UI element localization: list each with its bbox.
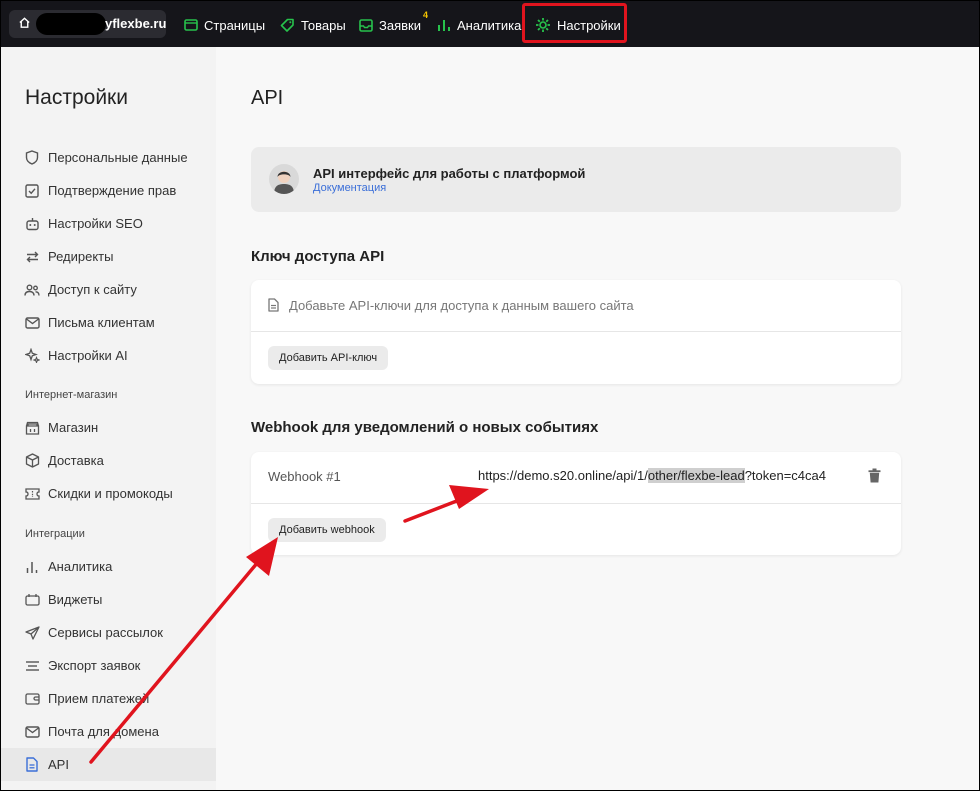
sidebar-item-payments[interactable]: Прием платежей — [1, 682, 216, 715]
users-icon — [24, 282, 40, 298]
trash-icon[interactable] — [868, 468, 881, 488]
sidebar-item-label: Персональные данные — [48, 150, 188, 165]
webhook-label: Webhook #1 — [268, 469, 341, 484]
main-content: API API интерфейс для работы с платформо… — [216, 47, 979, 790]
sidebar-item-mailing-services[interactable]: Сервисы рассылок — [1, 616, 216, 649]
webhook-url-suffix: ?token=c4ca4 — [744, 468, 827, 483]
site-domain: yflexbe.ru — [105, 16, 167, 31]
nav-leads-label: Заявки — [379, 17, 421, 33]
send-icon — [24, 625, 40, 641]
webhook-url-field[interactable]: https://demo.s20.online/api/1/other/flex… — [478, 468, 858, 483]
settings-highlight-box — [522, 3, 627, 43]
sidebar-item-label: Настройки AI — [48, 348, 128, 363]
box-icon — [24, 453, 40, 469]
tag-icon — [280, 18, 294, 32]
sidebar-item-ai-settings[interactable]: Настройки AI — [1, 339, 216, 372]
sparkle-icon — [24, 348, 40, 364]
shield-icon — [24, 150, 40, 166]
page-title: API — [251, 87, 284, 109]
sidebar-item-api[interactable]: API — [1, 748, 216, 781]
sidebar-item-domain-mail[interactable]: Почта для домена — [1, 715, 216, 748]
webhook-card: Webhook #1 https://demo.s20.online/api/1… — [251, 452, 901, 555]
analytics-icon — [438, 20, 450, 31]
sidebar-item-label: API — [48, 757, 69, 772]
arrows-icon — [24, 249, 40, 265]
sidebar-item-discounts[interactable]: Скидки и промокоды — [1, 477, 216, 510]
add-webhook-button[interactable]: Добавить webhook — [268, 518, 386, 542]
sidebar-item-widgets[interactable]: Виджеты — [1, 583, 216, 616]
sidebar-item-shop[interactable]: Магазин — [1, 411, 216, 444]
sidebar-group-integrations: Интеграции — [25, 528, 85, 540]
sidebar-item-label: Редиректы — [48, 249, 114, 264]
api-info-title: API интерфейс для работы с платформой — [313, 166, 586, 181]
nav-pages-label: Страницы — [204, 17, 266, 33]
sidebar-item-label: Аналитика — [48, 559, 113, 574]
leads-count-badge: 4 — [423, 10, 429, 20]
sidebar-item-label: Сервисы рассылок — [48, 625, 163, 640]
sidebar-item-delivery[interactable]: Доставка — [1, 444, 216, 477]
sidebar-item-leads-export[interactable]: Экспорт заявок — [1, 649, 216, 682]
mail-icon — [24, 315, 40, 331]
shop-icon — [24, 420, 40, 436]
sidebar-item-label: Письма клиентам — [48, 315, 155, 330]
api-info-banner: API интерфейс для работы с платформой До… — [251, 147, 901, 212]
site-switcher[interactable]: yflexbe.ru — [9, 10, 166, 38]
sidebar-item-label: Виджеты — [48, 592, 103, 607]
nav-pages[interactable]: Страницы — [184, 15, 265, 35]
nav-products[interactable]: Товары — [280, 15, 346, 35]
document-icon — [268, 298, 279, 317]
webhook-url-highlight: other/flexbe-lead — [647, 468, 745, 483]
nav-analytics-label: Аналитика — [457, 17, 522, 33]
sidebar-item-rights-confirmation[interactable]: Подтверждение прав — [1, 174, 216, 207]
sidebar-item-site-access[interactable]: Доступ к сайту — [1, 273, 216, 306]
sidebar-title: Настройки — [25, 86, 128, 109]
widget-icon — [24, 592, 40, 608]
inbox-icon — [359, 18, 373, 32]
sidebar-item-label: Прием платежей — [48, 691, 150, 706]
sidebar-item-seo[interactable]: Настройки SEO — [1, 207, 216, 240]
sidebar-item-customer-emails[interactable]: Письма клиентам — [1, 306, 216, 339]
home-icon[interactable] — [18, 16, 31, 32]
nav-analytics[interactable]: Аналитика — [437, 15, 521, 35]
ticket-icon — [24, 486, 40, 502]
webhook-url-prefix: https://demo.s20.online/api/1/ — [478, 468, 648, 483]
add-api-key-button[interactable]: Добавить API-ключ — [268, 346, 389, 370]
api-key-heading: Ключ доступа API — [251, 248, 385, 265]
api-key-empty-text: Добавьте API-ключи для доступа к данным … — [289, 298, 634, 313]
webhook-heading: Webhook для уведомлений о новых событиях — [251, 419, 599, 436]
documentation-link[interactable]: Документация — [313, 182, 386, 194]
robot-icon — [24, 216, 40, 232]
app-window: yflexbe.ru Страницы Товары Заявки 4 Анал… — [0, 0, 980, 791]
redacted-domain-mask — [36, 13, 106, 35]
mail-icon — [24, 724, 40, 740]
sidebar-item-personal-data[interactable]: Персональные данные — [1, 141, 216, 174]
document-icon — [24, 757, 40, 773]
wallet-icon — [24, 691, 40, 707]
sidebar-item-label: Подтверждение прав — [48, 183, 177, 198]
sidebar-item-label: Скидки и промокоды — [48, 486, 173, 501]
nav-leads[interactable]: Заявки — [359, 15, 421, 35]
bar-chart-icon — [24, 559, 40, 575]
avatar — [269, 164, 299, 194]
sidebar-item-label: Доставка — [48, 453, 104, 468]
checkbox-icon — [24, 183, 40, 199]
api-key-card: Добавьте API-ключи для доступа к данным … — [251, 280, 901, 384]
pages-icon — [184, 19, 198, 31]
sidebar-item-label: Доступ к сайту — [48, 282, 137, 297]
sidebar-item-label: Настройки SEO — [48, 216, 143, 231]
settings-sidebar: Настройки Персональные данные Подтвержде… — [1, 47, 216, 790]
api-key-empty-row: Добавьте API-ключи для доступа к данным … — [251, 280, 901, 332]
sidebar-item-label: Экспорт заявок — [48, 658, 141, 673]
nav-products-label: Товары — [301, 17, 346, 33]
webhook-row: Webhook #1 https://demo.s20.online/api/1… — [251, 452, 901, 504]
sidebar-item-redirects[interactable]: Редиректы — [1, 240, 216, 273]
sidebar-item-label: Почта для домена — [48, 724, 159, 739]
list-icon — [24, 658, 40, 674]
sidebar-item-label: Магазин — [48, 420, 99, 435]
sidebar-group-shop: Интернет-магазин — [25, 389, 118, 401]
sidebar-item-analytics[interactable]: Аналитика — [1, 550, 216, 583]
top-navigation-bar: yflexbe.ru Страницы Товары Заявки 4 Анал… — [1, 1, 979, 47]
